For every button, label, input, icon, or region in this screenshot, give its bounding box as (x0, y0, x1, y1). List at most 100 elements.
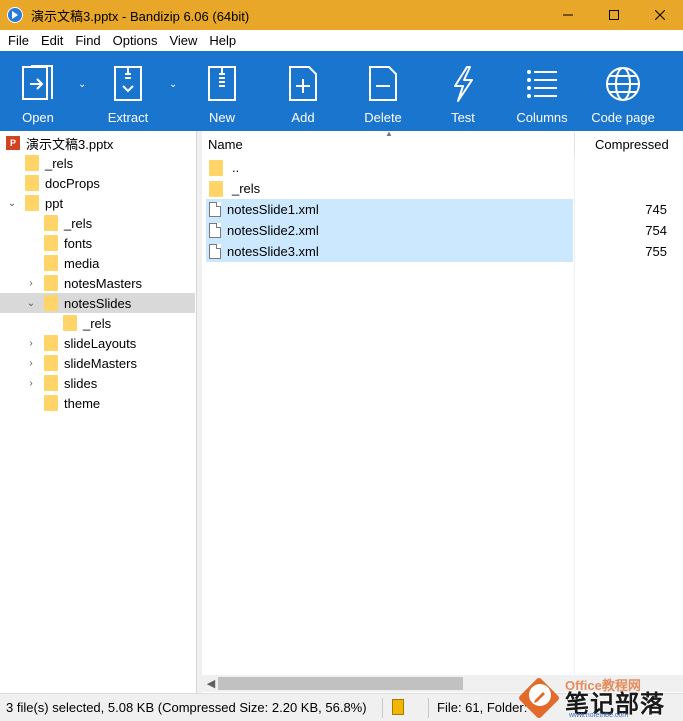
tree-item-label: slides (64, 375, 98, 391)
tree-item-slidemasters[interactable]: › slideMasters (0, 353, 195, 373)
row-name: .. (232, 160, 240, 175)
folder-icon (44, 375, 58, 391)
tree-item-slides[interactable]: › slides (0, 373, 195, 393)
scroll-left-icon[interactable]: ◀ (204, 675, 218, 692)
menu-edit[interactable]: Edit (35, 33, 69, 48)
row-compressed: 745 (645, 202, 667, 217)
status-divider (382, 698, 383, 718)
folder-icon (25, 155, 39, 171)
tree-item-slidelayouts[interactable]: › slideLayouts (0, 333, 195, 353)
totals-status: File: 61, Folder: (437, 700, 528, 715)
bandizip-app-icon[interactable] (7, 7, 23, 23)
row-name: notesSlide2.xml (227, 223, 319, 238)
menu-options[interactable]: Options (107, 33, 164, 48)
new-button[interactable]: New (192, 51, 252, 131)
chevron-right-icon[interactable]: › (26, 333, 36, 353)
pptx-file-icon: P (6, 136, 20, 150)
xml-file-icon (209, 202, 221, 217)
tree-item-notesmasters[interactable]: › notesMasters (0, 273, 195, 293)
maximize-button[interactable] (591, 0, 637, 30)
tree-item-label: _rels (83, 315, 112, 331)
watermark-url: www.notetribe.com (569, 712, 629, 719)
column-header-name[interactable]: Name (208, 137, 243, 152)
tree-root-label: 演示文稿3.pptx (26, 136, 114, 152)
folder-icon (209, 180, 223, 197)
list-row-parent[interactable]: .. (206, 157, 573, 178)
tree-item-notesslides[interactable]: ⌄ notesSlides (0, 293, 195, 313)
minimize-icon (563, 14, 573, 16)
open-label: Open (22, 110, 54, 125)
tree-item-rels[interactable]: _rels (0, 153, 195, 173)
test-button[interactable]: Test (433, 51, 493, 131)
tree-item-media[interactable]: media (0, 253, 195, 273)
selection-status: 3 file(s) selected, 5.08 KB (Compressed … (6, 700, 367, 715)
delete-button[interactable]: Delete (353, 51, 413, 131)
open-dropdown-icon[interactable]: ⌄ (78, 79, 86, 90)
list-row-notesslide1[interactable]: notesSlide1.xml (206, 199, 573, 220)
folder-icon (44, 355, 58, 371)
code-page-label: Code page (591, 110, 655, 125)
columns-list-icon (524, 59, 560, 109)
xml-file-icon (209, 244, 221, 259)
list-row-notesslide2[interactable]: notesSlide2.xml (206, 220, 573, 241)
minimize-button[interactable] (545, 0, 591, 30)
column-divider[interactable] (574, 131, 575, 157)
chevron-right-icon[interactable]: › (26, 273, 36, 293)
list-header: ▲ Name Compressed (202, 129, 683, 157)
extract-dropdown-icon[interactable]: ⌄ (169, 79, 177, 90)
folder-icon (209, 159, 223, 176)
tree-item-label: slideLayouts (64, 335, 137, 351)
column-header-compressed[interactable]: Compressed (595, 137, 669, 152)
tree-item-label: theme (64, 395, 101, 411)
folder-icon (44, 215, 58, 231)
chevron-down-icon[interactable]: ⌄ (26, 293, 36, 313)
status-divider (428, 698, 429, 718)
extract-button[interactable]: Extract (98, 51, 158, 131)
folder-icon (63, 315, 77, 331)
folder-icon (44, 395, 58, 411)
menu-view[interactable]: View (163, 33, 203, 48)
code-page-button[interactable]: Code page (586, 51, 660, 131)
tree-item-fonts[interactable]: fonts (0, 233, 195, 253)
sort-ascending-icon: ▲ (385, 129, 393, 138)
open-button[interactable]: Open (8, 51, 68, 131)
tree-item-theme[interactable]: theme (0, 393, 195, 413)
toolbar: Open ⌄ Extract ⌄ New Add Delete Test Col… (0, 51, 683, 131)
delete-label: Delete (364, 110, 402, 125)
folder-icon (44, 235, 58, 251)
list-row-rels[interactable]: _rels (206, 178, 573, 199)
extract-label: Extract (107, 110, 149, 125)
maximize-icon (609, 10, 619, 20)
tree-item-label: _rels (45, 155, 74, 171)
close-icon (655, 10, 665, 20)
tree-item-ppt-rels[interactable]: _rels (0, 213, 195, 233)
tree-item-label: media (64, 255, 100, 271)
menu-help[interactable]: Help (203, 33, 242, 48)
new-archive-icon (204, 59, 240, 109)
add-label: Add (291, 110, 315, 125)
test-label: Test (451, 110, 475, 125)
close-button[interactable] (637, 0, 683, 30)
menu-find[interactable]: Find (69, 33, 106, 48)
chevron-down-icon[interactable]: ⌄ (7, 193, 17, 213)
chevron-right-icon[interactable]: › (26, 373, 36, 393)
list-row-notesslide3[interactable]: notesSlide3.xml (206, 241, 573, 262)
tree-item-ppt[interactable]: ⌄ ppt (0, 193, 195, 213)
tree-item-docprops[interactable]: docProps (0, 173, 195, 193)
row-name: _rels (232, 181, 261, 196)
scroll-thumb[interactable] (218, 677, 463, 690)
lightning-icon (445, 59, 481, 109)
chevron-right-icon[interactable]: › (26, 353, 36, 373)
add-button[interactable]: Add (273, 51, 333, 131)
title-bar: 演示文稿3.pptx - Bandizip 6.06 (64bit) (0, 0, 683, 30)
columns-button[interactable]: Columns (508, 51, 576, 131)
row-name: notesSlide1.xml (227, 202, 319, 217)
tree-item-notesslides-rels[interactable]: _rels (0, 313, 195, 333)
extract-icon (110, 59, 146, 109)
open-icon (20, 59, 56, 109)
watermark: Office教程网 笔记部落 www.notetribe.com (517, 672, 683, 721)
menu-file[interactable]: File (0, 33, 35, 48)
tree-item-label: slideMasters (64, 355, 137, 371)
tree-item-label: docProps (45, 175, 100, 191)
tree-root-item[interactable]: P 演示文稿3.pptx (0, 133, 195, 153)
